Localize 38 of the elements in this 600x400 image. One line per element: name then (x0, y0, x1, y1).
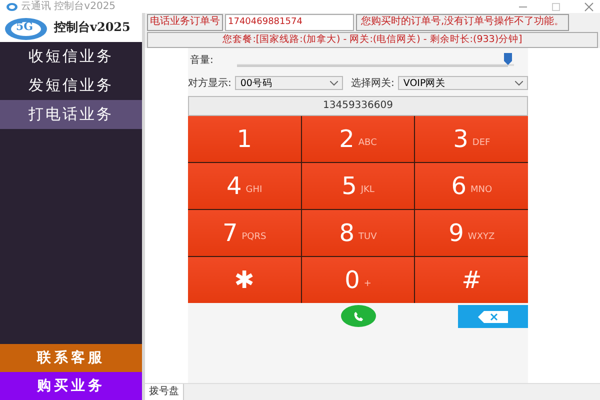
maximize-icon[interactable] (551, 2, 561, 12)
keypad-key[interactable]: 3 DEF (415, 116, 528, 162)
keypad-key[interactable]: 0 + (302, 257, 414, 303)
keypad-key[interactable]: 5 JKL (302, 163, 414, 209)
gateway-select[interactable]: VOIP网关 (398, 76, 528, 90)
order-label: 电话业务订单号 (147, 14, 223, 31)
chevron-down-icon (515, 80, 523, 86)
keypad-key[interactable]: 2 ABC (302, 116, 414, 162)
sidebar-item[interactable]: 打电话业务 (0, 100, 142, 129)
logo-text: 控制台v2025 (54, 19, 130, 36)
slider-thumb[interactable] (504, 53, 512, 65)
keypad-key[interactable]: 7 PQRS (188, 210, 301, 256)
volume-label: 音量: (190, 54, 214, 67)
keypad-key[interactable]: # (415, 257, 528, 303)
chevron-down-icon (330, 80, 338, 86)
backspace-icon (478, 310, 508, 322)
keypad-key[interactable]: ✱ (188, 257, 301, 303)
caller-display-label: 对方显示: (188, 76, 232, 90)
number-display: 13459336609 (188, 96, 528, 116)
window-title: 云通讯 控制台v2025 (21, 0, 116, 13)
keypad-key[interactable]: 9 WXYZ (415, 210, 528, 256)
close-icon[interactable] (584, 2, 594, 12)
sidebar-button[interactable]: 联系客服 (0, 344, 142, 372)
keypad-key[interactable]: 4 GHI (188, 163, 301, 209)
logo-mark-text: 5G (16, 20, 34, 33)
dialpad-tab[interactable]: 拨号盘 (145, 384, 184, 400)
package-info: 您套餐:[国家线路:(加拿大) - 网关:(电信网关) - 剩余时长:(933)分钟] (147, 32, 598, 48)
keypad-key[interactable]: 1 (188, 116, 301, 162)
gateway-label: 选择网关: (351, 76, 394, 90)
call-button[interactable] (341, 305, 376, 327)
order-note: 您购买时的订单号,没有订单号操作不了功能。 (356, 14, 570, 31)
phone-icon (353, 310, 364, 322)
sidebar-button[interactable]: 购买业务 (0, 372, 142, 400)
keypad-key[interactable]: 8 TUV (302, 210, 414, 256)
caller-display-select[interactable]: 00号码 (235, 76, 343, 90)
keypad-key[interactable]: 6 MNO (415, 163, 528, 209)
order-input[interactable]: 1740469881574 (225, 14, 354, 31)
backspace-button[interactable] (458, 305, 528, 328)
